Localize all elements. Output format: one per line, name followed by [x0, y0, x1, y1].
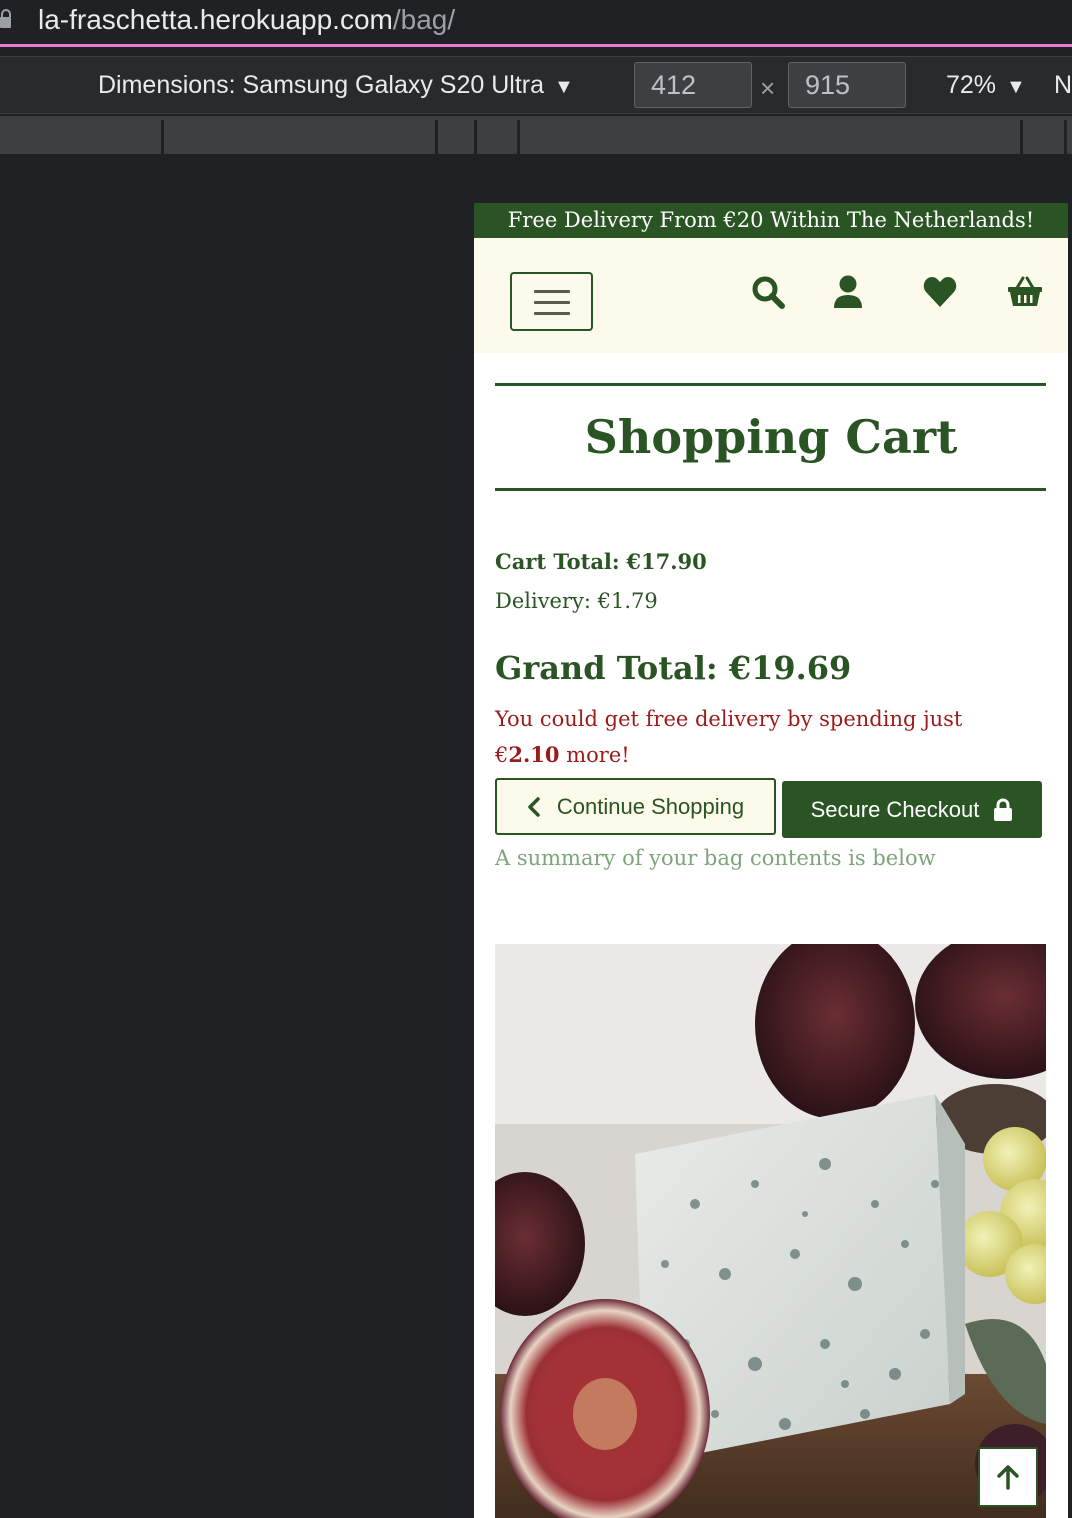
cart-total-label: Cart Total: — [495, 549, 620, 574]
ruler-tick — [517, 120, 520, 154]
free-delivery-message: You could get free delivery by spending … — [495, 702, 1035, 773]
title-rule-top — [495, 383, 1046, 386]
url-text[interactable]: la-fraschetta.herokuapp.com/bag/ — [38, 2, 455, 38]
title-rule-bottom — [495, 488, 1046, 491]
hamburger-line — [534, 301, 570, 304]
device-dimensions-label: Dimensions: Samsung Galaxy S20 Ultra — [98, 71, 545, 99]
caret-down-icon: ▼ — [1006, 76, 1026, 98]
throttle-dropdown[interactable]: N — [1054, 67, 1072, 103]
back-to-top-button[interactable] — [978, 1447, 1038, 1507]
width-input[interactable]: 412 — [634, 62, 752, 108]
caret-down-icon: ▼ — [554, 76, 574, 98]
zoom-dropdown[interactable]: 72% ▼ — [946, 67, 1026, 105]
secure-checkout-button[interactable]: Secure Checkout — [782, 781, 1042, 838]
arrow-up-icon — [997, 1465, 1019, 1490]
mobile-viewport: Free Delivery From €20 Within The Nether… — [474, 203, 1068, 1518]
basket-icon[interactable] — [1007, 274, 1043, 310]
free-delivery-prefix: You could get free delivery by spending … — [495, 707, 963, 731]
page-title: Shopping Cart — [584, 410, 958, 464]
lock-icon — [994, 798, 1013, 821]
loading-line — [0, 44, 1072, 47]
url-host: la-fraschetta.herokuapp.com — [38, 4, 393, 35]
browser-address-bar[interactable]: la-fraschetta.herokuapp.com/bag/ — [0, 0, 1072, 44]
ruler-tick — [1064, 120, 1067, 154]
lock-icon — [0, 9, 11, 28]
main-navbar — [474, 238, 1068, 353]
ruler-tick — [161, 120, 164, 154]
url-path: /bag/ — [392, 4, 456, 35]
account-icon[interactable] — [830, 274, 866, 310]
continue-shopping-button[interactable]: Continue Shopping — [495, 778, 776, 835]
chevron-left-icon — [528, 796, 540, 817]
hamburger-line — [534, 312, 570, 315]
height-input[interactable]: 915 — [788, 62, 906, 108]
free-delivery-currency: € — [495, 743, 509, 767]
times-symbol: × — [760, 73, 776, 103]
delivery-row: Delivery: €1.79 — [495, 586, 658, 616]
delivery-label: Delivery: — [495, 589, 591, 613]
ruler-tick — [435, 120, 438, 154]
cart-total-row: Cart Total: €17.90 — [495, 547, 707, 577]
media-query-ruler[interactable] — [0, 116, 1072, 154]
grand-total-row: Grand Total: €19.69 — [495, 646, 851, 690]
device-toolbar: Dimensions: Samsung Galaxy S20 Ultra ▼ 41… — [0, 56, 1072, 114]
zoom-label: 72% — [946, 71, 997, 99]
promo-banner: Free Delivery From €20 Within The Nether… — [474, 203, 1068, 238]
free-delivery-amount: 2.10 — [508, 742, 560, 767]
secure-checkout-label: Secure Checkout — [810, 796, 980, 822]
ruler-tick — [474, 120, 477, 154]
ruler-tick — [1020, 120, 1023, 154]
grand-total-value: €19.69 — [728, 649, 852, 687]
bag-summary-note: A summary of your bag contents is below — [495, 846, 936, 870]
search-icon[interactable] — [750, 274, 786, 310]
continue-shopping-label: Continue Shopping — [556, 793, 745, 819]
product-image[interactable] — [495, 944, 1046, 1518]
device-dimensions-dropdown[interactable]: Dimensions: Samsung Galaxy S20 Ultra ▼ — [98, 67, 574, 105]
free-delivery-suffix: more! — [566, 743, 630, 767]
heart-icon[interactable] — [922, 274, 958, 310]
cart-total-value: €17.90 — [626, 549, 707, 574]
menu-toggle-button[interactable] — [510, 272, 593, 331]
hamburger-line — [534, 290, 570, 293]
grand-total-label: Grand Total: — [495, 649, 718, 687]
delivery-value: €1.79 — [597, 589, 658, 613]
